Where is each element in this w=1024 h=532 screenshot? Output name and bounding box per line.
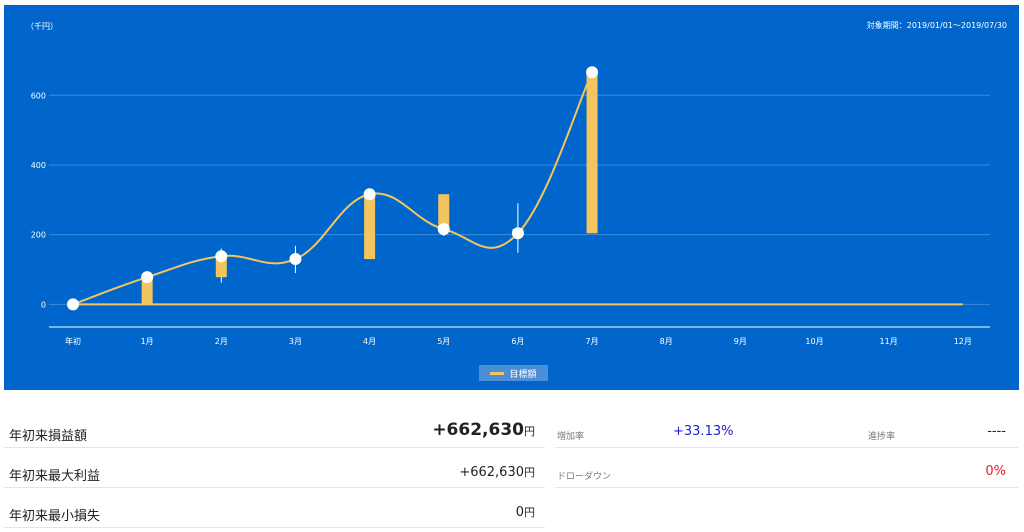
x-tick-label: 5月 xyxy=(437,337,450,346)
ytd-max-profit-label: 年初来最大利益 xyxy=(9,469,101,484)
data-point-marker xyxy=(363,188,376,201)
chart-panel: 0 200 400 600 年初 1月 2月 3月 4月 5月 6月 7月 8月 9月 10月 11月 12月 … xyxy=(4,5,1019,390)
y-tick-label: 400 xyxy=(31,161,46,170)
candle-body xyxy=(586,72,598,234)
y-tick-label: 200 xyxy=(31,231,46,240)
data-point-marker xyxy=(215,250,228,263)
x-tick-label: 1月 xyxy=(141,337,154,346)
progress-rate-value: ---- xyxy=(987,424,1006,439)
data-point-marker xyxy=(586,66,599,79)
stat-row-ytd-max-profit: 年初来最大利益 +662,630円 xyxy=(4,455,545,488)
drawdown-label: ドローダウン xyxy=(557,472,612,482)
x-tick-label: 4月 xyxy=(363,337,376,346)
drawdown-value: 0% xyxy=(985,464,1006,479)
y-tick-label: 600 xyxy=(31,91,46,100)
stat-row-ytd-min-loss: 年初来最小損失 0円 xyxy=(4,495,545,528)
data-point-marker xyxy=(67,298,79,311)
ytd-min-loss-value: 0円 xyxy=(515,505,535,520)
x-tick-label: 7月 xyxy=(586,337,599,346)
chart-legend[interactable]: 目標額 xyxy=(479,365,548,381)
y-unit-label: （千円） xyxy=(26,22,58,31)
data-point-marker xyxy=(289,253,302,266)
ytd-min-loss-label: 年初来最小損失 xyxy=(9,509,101,524)
stat-row-ytd-pl: 年初来損益額 +662,630円 xyxy=(4,415,545,448)
actual-line xyxy=(72,71,593,306)
x-tick-label: 3月 xyxy=(289,337,302,346)
kpi-row-2: ドローダウン 0% xyxy=(555,455,1018,488)
x-tick-label: 12月 xyxy=(954,337,972,346)
candle-body xyxy=(364,194,376,260)
ytd-pl-label: 年初来損益額 xyxy=(9,429,88,444)
stats-section: 年初来損益額 +662,630円 年初来最大利益 +662,630円 年初来最小… xyxy=(0,415,1024,532)
increase-rate-value: +33.13% xyxy=(673,424,734,439)
chart-canvas: 0 200 400 600 年初 1月 2月 3月 4月 5月 6月 7月 8月 9月 10月 11月 12月 xyxy=(31,66,990,346)
x-tick-label: 2月 xyxy=(215,337,228,346)
x-tick-label: 年初 xyxy=(65,336,81,346)
ytd-max-profit-value: +662,630円 xyxy=(459,465,535,480)
progress-rate-label: 進捗率 xyxy=(868,432,896,442)
period-label: 対象期間：2019/01/01〜2019/07/30 xyxy=(866,21,1007,30)
legend-label: 目標額 xyxy=(509,369,537,380)
x-tick-label: 10月 xyxy=(805,337,823,346)
data-point-marker xyxy=(511,227,524,240)
x-tick-label: 6月 xyxy=(511,337,524,346)
data-point-marker xyxy=(141,271,154,284)
legend-swatch xyxy=(490,371,505,375)
ytd-pl-value: +662,630円 xyxy=(432,420,535,440)
x-tick-label: 8月 xyxy=(660,337,673,346)
increase-rate-label: 増加率 xyxy=(557,432,585,442)
x-tick-label: 11月 xyxy=(880,337,898,346)
y-tick-label: 0 xyxy=(41,300,46,309)
data-point-marker xyxy=(437,223,450,236)
kpi-row-1: 増加率 +33.13% 進捗率 ---- xyxy=(555,415,1018,448)
x-tick-label: 9月 xyxy=(734,337,747,346)
